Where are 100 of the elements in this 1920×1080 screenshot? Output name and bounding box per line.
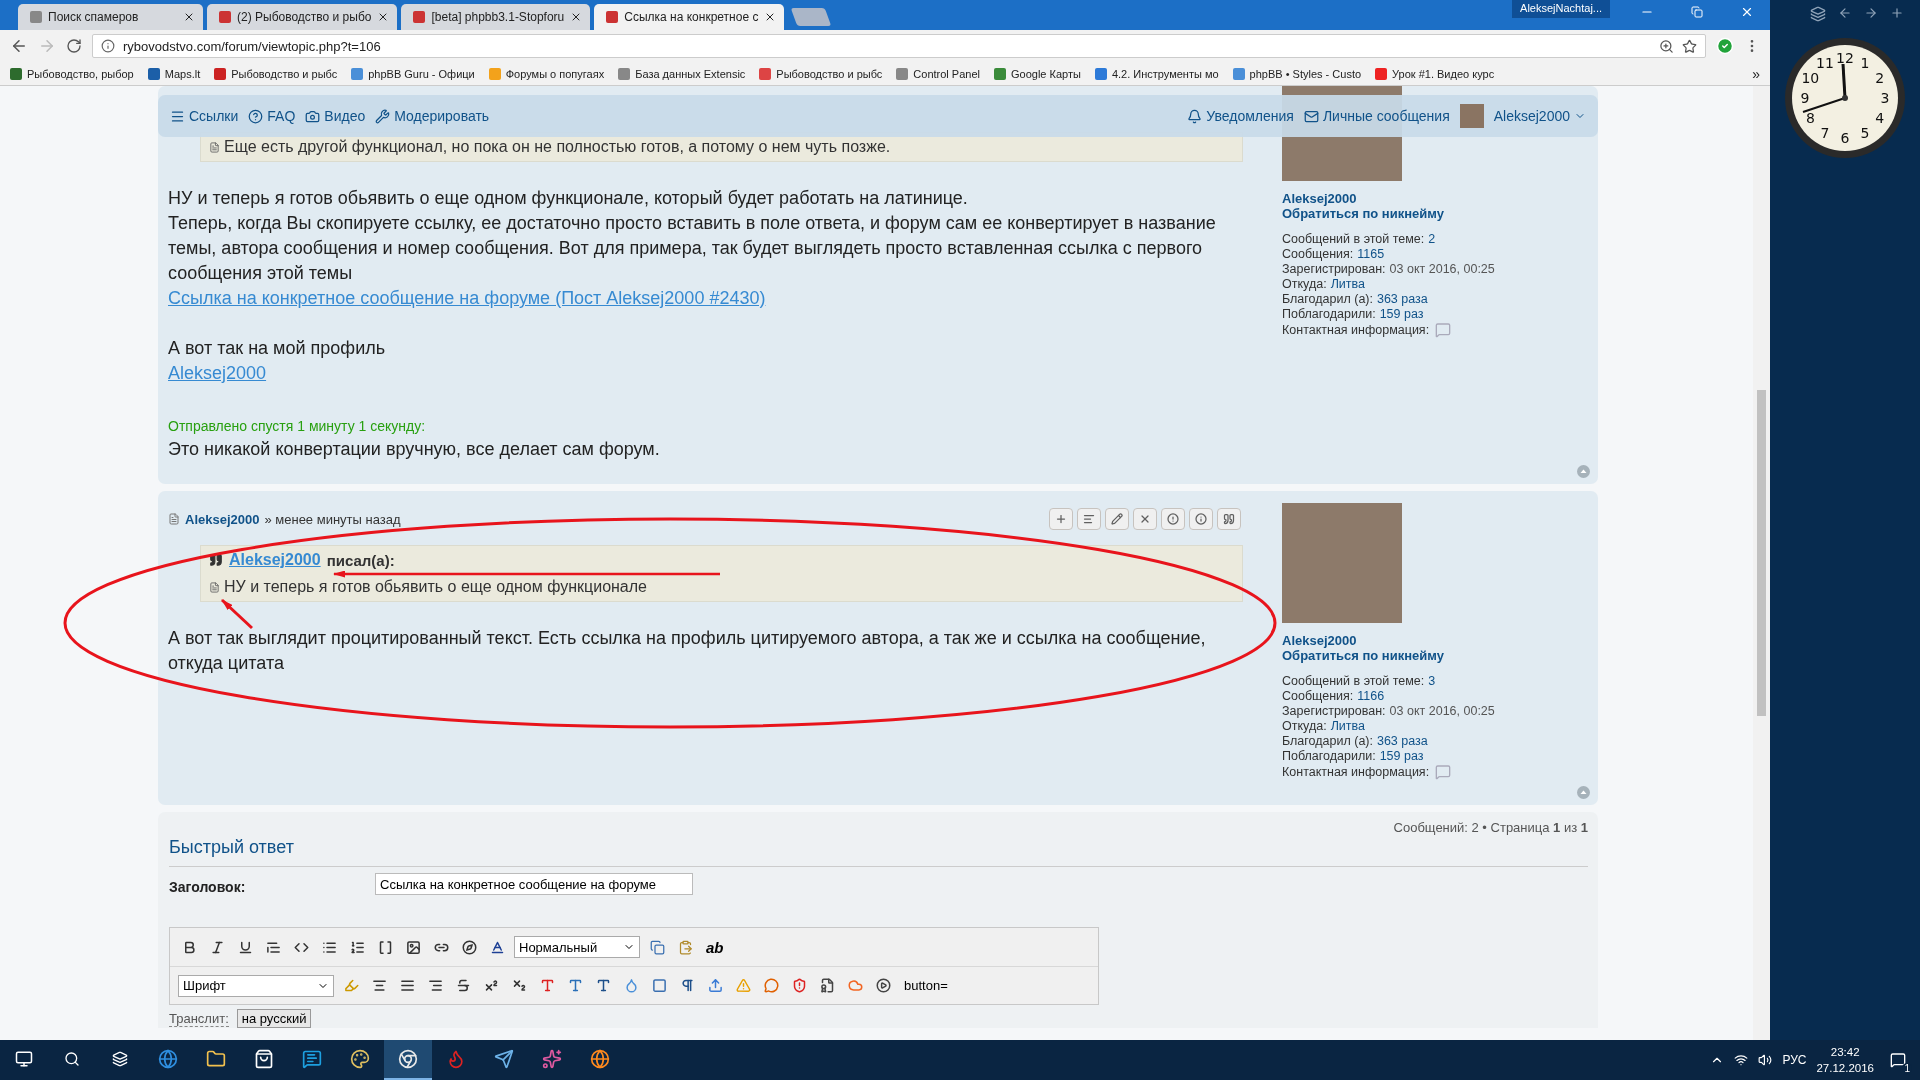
bookmark-link[interactable]: phpBB • Styles - Custo <box>1232 67 1362 80</box>
stat-value[interactable]: 159 раз <box>1379 749 1424 764</box>
stat-value[interactable]: 2 <box>1428 232 1436 247</box>
new-tab-button[interactable] <box>791 8 832 26</box>
scrollbar-thumb[interactable] <box>1757 390 1766 716</box>
gadget-icon[interactable] <box>1810 6 1826 22</box>
stat-value[interactable]: 159 раз <box>1379 307 1424 322</box>
exclamation-icon[interactable] <box>1167 513 1179 525</box>
browser-tab[interactable]: Поиск спамеров <box>18 4 203 30</box>
quote-icon[interactable] <box>1223 513 1235 525</box>
network-icon[interactable] <box>1734 1053 1749 1067</box>
lines-icon[interactable] <box>1083 513 1095 525</box>
mention-link[interactable]: Обратиться по никнейму <box>1282 648 1444 663</box>
add-icon[interactable] <box>1890 6 1904 20</box>
nav-link[interactable]: Видео <box>305 108 366 124</box>
more-bookmarks-button[interactable]: » <box>1752 65 1760 82</box>
post-action-button[interactable] <box>1133 508 1157 530</box>
scrollbar[interactable] <box>1753 86 1770 1040</box>
bell-icon[interactable] <box>1187 108 1203 124</box>
camera-icon[interactable] <box>305 108 321 124</box>
stat-value[interactable]: 3 <box>1428 674 1436 689</box>
sparkles-icon[interactable] <box>542 1049 562 1069</box>
restore-icon[interactable] <box>1691 6 1703 18</box>
wrench-icon[interactable] <box>375 108 391 124</box>
stat-value[interactable]: 1166 <box>1357 689 1385 704</box>
bookmark-link[interactable]: Google Карты <box>994 67 1081 80</box>
chat-icon[interactable] <box>302 1049 322 1069</box>
bookmark-link[interactable]: Maps.lt <box>147 67 201 80</box>
profile-username[interactable]: Aleksej2000 <box>1282 191 1357 206</box>
help-icon[interactable] <box>248 108 264 124</box>
notifications-link[interactable]: Уведомления <box>1187 108 1294 124</box>
palette-icon[interactable] <box>350 1049 370 1069</box>
search-icon[interactable] <box>64 1051 80 1067</box>
volume-icon[interactable] <box>1758 1053 1773 1067</box>
translit-button[interactable]: на русский <box>236 1009 312 1028</box>
menu-icon[interactable] <box>170 108 185 124</box>
stat-value[interactable]: 1165 <box>1357 247 1385 262</box>
zoom-icon[interactable] <box>1659 38 1674 54</box>
bookmark-star-icon[interactable] <box>1682 38 1697 54</box>
info-icon[interactable] <box>101 39 115 53</box>
nav-link[interactable]: Модерировать <box>375 108 490 124</box>
post-action-button[interactable] <box>1217 508 1241 530</box>
taskbar-app-button[interactable] <box>384 1040 432 1080</box>
document-icon[interactable] <box>168 513 180 525</box>
bookmark-link[interactable]: Урок #1. Видео курс <box>1375 67 1495 80</box>
ab-button[interactable]: ab <box>702 938 728 956</box>
bookmark-link[interactable]: База данных Extensic <box>618 67 746 80</box>
extension-check-icon[interactable] <box>1716 37 1734 55</box>
post-action-button[interactable] <box>1105 508 1129 530</box>
browser-tab[interactable]: (2) Рыбоводство и рыбо <box>207 4 398 30</box>
browser-tab[interactable]: [beta] phpbb3.1-Stopforu <box>401 4 591 30</box>
bookmark-link[interactable]: Рыбоводство, рыбор <box>10 67 134 80</box>
address-field[interactable]: rybovodstvo.com/forum/viewtopic.php?t=106 <box>92 34 1706 58</box>
taskbar-date[interactable]: 27.12.2016 <box>1816 1060 1874 1076</box>
bookmark-link[interactable]: Control Panel <box>896 67 980 80</box>
bookmark-link[interactable]: 4.2. Инструменты мо <box>1094 67 1219 80</box>
profile-button[interactable]: AleksejNachtaj... <box>1512 0 1610 18</box>
stat-value[interactable]: 363 раза <box>1376 292 1428 307</box>
nav-link[interactable]: Ссылки <box>170 108 239 124</box>
bookmark-link[interactable]: Рыбоводство и рыбс <box>214 67 338 80</box>
language-indicator[interactable]: РУС <box>1782 1053 1807 1067</box>
post-action-button[interactable] <box>1049 508 1073 530</box>
info-icon[interactable] <box>1195 513 1207 525</box>
close-icon[interactable] <box>183 11 195 23</box>
bookmark-link[interactable]: Рыбоводство и рыбс <box>759 67 883 80</box>
browser-tab[interactable]: Ссылка на конкретное с <box>594 4 785 30</box>
size-select[interactable]: Нормальный <box>514 936 640 958</box>
stat-value[interactable]: 363 раза <box>1376 734 1428 749</box>
browser-icon[interactable] <box>158 1049 178 1069</box>
user-menu[interactable]: Aleksej2000 <box>1493 108 1586 124</box>
subject-input-field[interactable]: Ссылка на конкретное сообщение на форуме <box>375 873 693 895</box>
envelope-icon[interactable] <box>1303 108 1319 124</box>
back-button[interactable] <box>10 37 28 55</box>
messages-link[interactable]: Личные сообщения <box>1303 108 1450 124</box>
taskbar-time[interactable]: 23:42 <box>1830 1044 1860 1060</box>
task-view-icon[interactable] <box>112 1051 128 1067</box>
browser-icon[interactable] <box>590 1049 610 1069</box>
reload-button[interactable] <box>66 38 82 54</box>
font-select[interactable]: Шрифт <box>178 974 334 997</box>
post-action-button[interactable] <box>1077 508 1101 530</box>
send-icon[interactable] <box>494 1049 514 1069</box>
next-icon[interactable] <box>1864 6 1878 20</box>
stat-value[interactable]: Литва <box>1330 277 1365 292</box>
bookmark-link[interactable]: Форумы о попугаях <box>488 67 605 80</box>
previous-icon[interactable] <box>1838 6 1852 20</box>
post-action-button[interactable] <box>1161 508 1185 530</box>
post-action-button[interactable] <box>1189 508 1213 530</box>
profile-username[interactable]: Aleksej2000 <box>1282 633 1357 648</box>
bookmark-link[interactable]: phpBB Guru - Офици <box>351 67 475 80</box>
nav-link[interactable]: FAQ <box>248 108 296 124</box>
plus-icon[interactable] <box>1055 513 1067 525</box>
post-author[interactable]: Aleksej2000 <box>185 511 260 527</box>
stat-value[interactable]: Литва <box>1330 719 1365 734</box>
flame-icon[interactable] <box>446 1049 466 1069</box>
store-icon[interactable] <box>254 1049 274 1069</box>
button-tag-button[interactable]: button= <box>900 978 952 993</box>
notifications-icon[interactable] <box>1890 1052 1906 1068</box>
mention-link[interactable]: Обратиться по никнейму <box>1282 206 1444 221</box>
folder-icon[interactable] <box>206 1049 226 1069</box>
pencil-icon[interactable] <box>1111 513 1123 525</box>
